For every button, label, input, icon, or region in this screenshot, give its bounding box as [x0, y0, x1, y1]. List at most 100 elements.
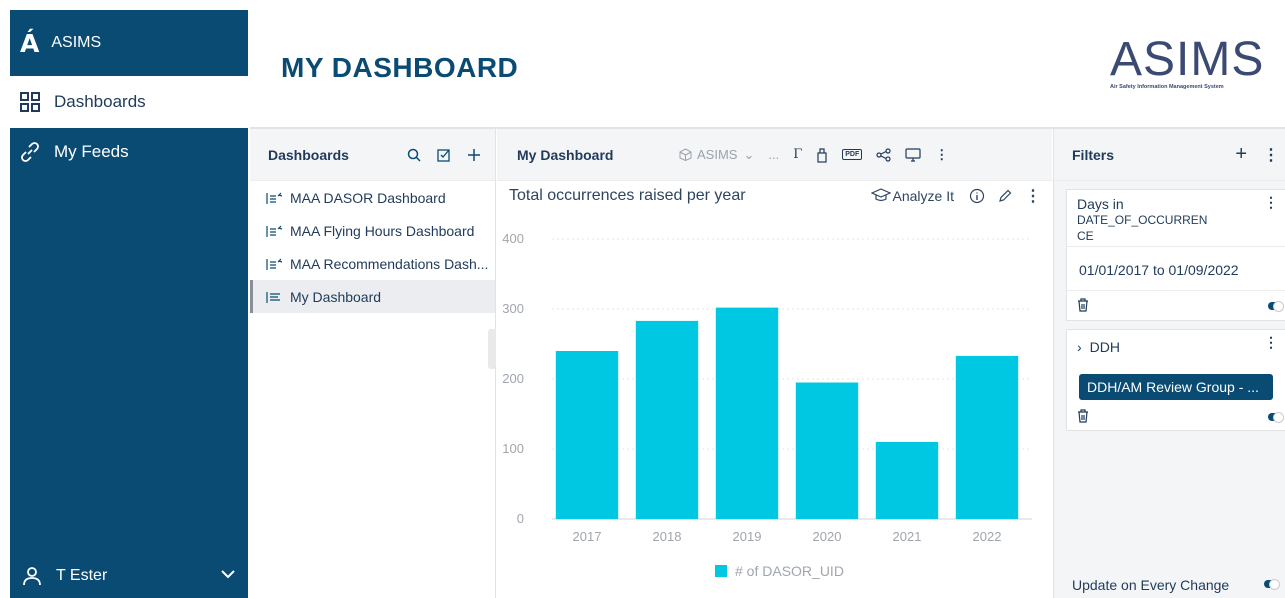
- y-tick-label: 200: [502, 371, 524, 386]
- dashboards-panel-title: Dashboards: [268, 146, 349, 163]
- ddh-filter-label[interactable]: › DDH: [1077, 339, 1120, 355]
- update-on-change-label: Update on Every Change: [1072, 577, 1230, 593]
- cube-icon: [679, 148, 692, 161]
- source-label: ASIMS: [697, 147, 738, 162]
- bar: [955, 355, 1019, 519]
- filter-value-chip[interactable]: DDH/AM Review Group - ...: [1079, 374, 1273, 400]
- dashboard-list-item[interactable]: MAA Recommendations Dash...: [250, 247, 495, 280]
- clip-icon[interactable]: [816, 145, 828, 165]
- date-filter-label-line: CE: [1077, 229, 1094, 243]
- collapse-handle[interactable]: [488, 329, 496, 369]
- grid-icon: [18, 90, 42, 114]
- y-tick-label: 300: [502, 301, 524, 316]
- dashboard-shared-icon: [266, 192, 283, 204]
- text-format-icon[interactable]: Γ: [793, 145, 802, 165]
- update-on-change-row: Update on Every Change: [1072, 577, 1282, 593]
- date-filter-label-line: DATE_OF_OCCURREN: [1077, 213, 1208, 227]
- more-options-icon[interactable]: ⋮: [1263, 145, 1279, 165]
- dashboards-panel-header: Dashboards: [250, 129, 495, 181]
- x-tick-label: 2021: [893, 529, 922, 544]
- divider: [1067, 246, 1285, 247]
- bar: [875, 442, 939, 519]
- chevron-down-icon[interactable]: [220, 566, 236, 584]
- info-icon[interactable]: [968, 187, 986, 205]
- sidebar: Á ASIMS Dashboards My Feeds T Ester: [10, 10, 248, 598]
- share-icon[interactable]: [876, 145, 891, 165]
- dashboard-toolbar: My Dashboard ASIMS ⌄ ... Γ PDF ⋮: [497, 129, 1052, 181]
- dashboard-shared-icon: [266, 225, 283, 237]
- sidebar-brand-label: ASIMS: [51, 34, 102, 51]
- bar: [715, 307, 779, 519]
- date-range-value[interactable]: 01/01/2017 to 01/09/2022: [1079, 262, 1239, 278]
- date-filter-card: Days in DATE_OF_OCCURREN CE ⋮ 01/01/2017…: [1066, 189, 1285, 321]
- asims-brand-logo: ASIMS Air Safety Information Management …: [1108, 36, 1268, 96]
- filter-toggle[interactable]: [1268, 412, 1284, 423]
- search-icon[interactable]: [405, 146, 423, 164]
- dashboard-list-item[interactable]: MAA DASOR Dashboard: [250, 181, 495, 214]
- pdf-export-icon[interactable]: PDF: [842, 145, 863, 165]
- logo-text: ASIMS: [1110, 33, 1265, 86]
- x-tick-label: 2022: [973, 529, 1002, 544]
- bar: [635, 320, 699, 519]
- graduation-cap-icon: [870, 188, 891, 202]
- analyze-it-label: Analyze It: [892, 188, 954, 204]
- filter-more-icon[interactable]: ⋮: [1264, 334, 1278, 351]
- sidebar-brand[interactable]: Á ASIMS: [10, 10, 248, 76]
- sidebar-item-label: My Feeds: [54, 142, 129, 161]
- x-tick-label: 2020: [813, 529, 842, 544]
- dashboard-list-item[interactable]: My Dashboard: [250, 280, 495, 313]
- add-icon[interactable]: [465, 146, 483, 164]
- x-tick-label: 2019: [733, 529, 762, 544]
- filters-title: Filters: [1072, 146, 1115, 163]
- dashboard-icon: [266, 291, 280, 303]
- widget-more-icon[interactable]: ⋮: [1024, 187, 1042, 205]
- page-title: MY DASHBOARD: [281, 52, 519, 83]
- link-icon: [18, 140, 42, 164]
- legend-swatch: [715, 565, 727, 577]
- logo-subtitle: Air Safety Information Management System: [1110, 84, 1224, 90]
- pdf-label: PDF: [842, 149, 863, 160]
- date-filter-label: Days in DATE_OF_OCCURREN CE: [1077, 196, 1227, 244]
- add-filter-icon[interactable]: +: [1235, 143, 1247, 166]
- date-filter-label-line: Days in: [1077, 196, 1124, 212]
- bar: [555, 351, 619, 519]
- widget-title: Total occurrences raised per year: [509, 187, 746, 204]
- filters-header: Filters + ⋮: [1054, 129, 1285, 181]
- dashboard-list-label: My Dashboard: [290, 288, 382, 305]
- dashboard-shared-icon: [266, 258, 283, 270]
- user-menu[interactable]: T Ester: [10, 554, 248, 598]
- asims-logo-icon: Á: [20, 28, 40, 58]
- present-icon[interactable]: [905, 145, 921, 165]
- dashboard-list-label: MAA Flying Hours Dashboard: [290, 222, 475, 239]
- filter-more-icon[interactable]: ⋮: [1264, 194, 1278, 211]
- chevron-right-icon: ›: [1077, 339, 1082, 355]
- x-tick-label: 2017: [573, 529, 602, 544]
- y-tick-label: 400: [502, 231, 524, 246]
- bar: [795, 382, 859, 519]
- checklist-icon[interactable]: [435, 146, 453, 164]
- source-selector[interactable]: ASIMS ⌄: [679, 145, 754, 165]
- legend-label: # of DASOR_UID: [735, 563, 844, 579]
- filter-toggle[interactable]: [1268, 301, 1284, 312]
- y-tick-label: 100: [502, 441, 524, 456]
- dashboard-list-item[interactable]: MAA Flying Hours Dashboard: [250, 214, 495, 247]
- update-on-change-toggle[interactable]: [1264, 579, 1280, 590]
- edit-icon[interactable]: [996, 187, 1014, 205]
- trash-icon[interactable]: [1075, 297, 1091, 313]
- sidebar-item-my-feeds[interactable]: My Feeds: [10, 128, 248, 176]
- dashboard-list-label: MAA Recommendations Dash...: [290, 255, 489, 272]
- overflow-ellipsis[interactable]: ...: [768, 145, 779, 165]
- dashboard-main: My Dashboard ASIMS ⌄ ... Γ PDF ⋮ Total o…: [497, 129, 1061, 598]
- chevron-down-icon: ⌄: [743, 146, 755, 162]
- analyze-it-button[interactable]: Analyze It: [870, 188, 954, 204]
- dashboard-title: My Dashboard: [517, 146, 614, 163]
- more-options-icon[interactable]: ⋮: [935, 145, 948, 165]
- y-tick-label: 0: [517, 511, 524, 526]
- x-tick-label: 2018: [653, 529, 682, 544]
- dashboards-panel: Dashboards MAA DASOR Dashboard MAA Flyin…: [250, 129, 496, 598]
- trash-icon[interactable]: [1075, 408, 1091, 424]
- dashboard-frame: Dashboards MAA DASOR Dashboard MAA Flyin…: [250, 127, 1285, 598]
- ddh-filter-card: › DDH ⋮ DDH/AM Review Group - ...: [1066, 329, 1285, 431]
- sidebar-item-dashboards[interactable]: Dashboards: [10, 76, 248, 128]
- dashboard-list-label: MAA DASOR Dashboard: [290, 189, 446, 206]
